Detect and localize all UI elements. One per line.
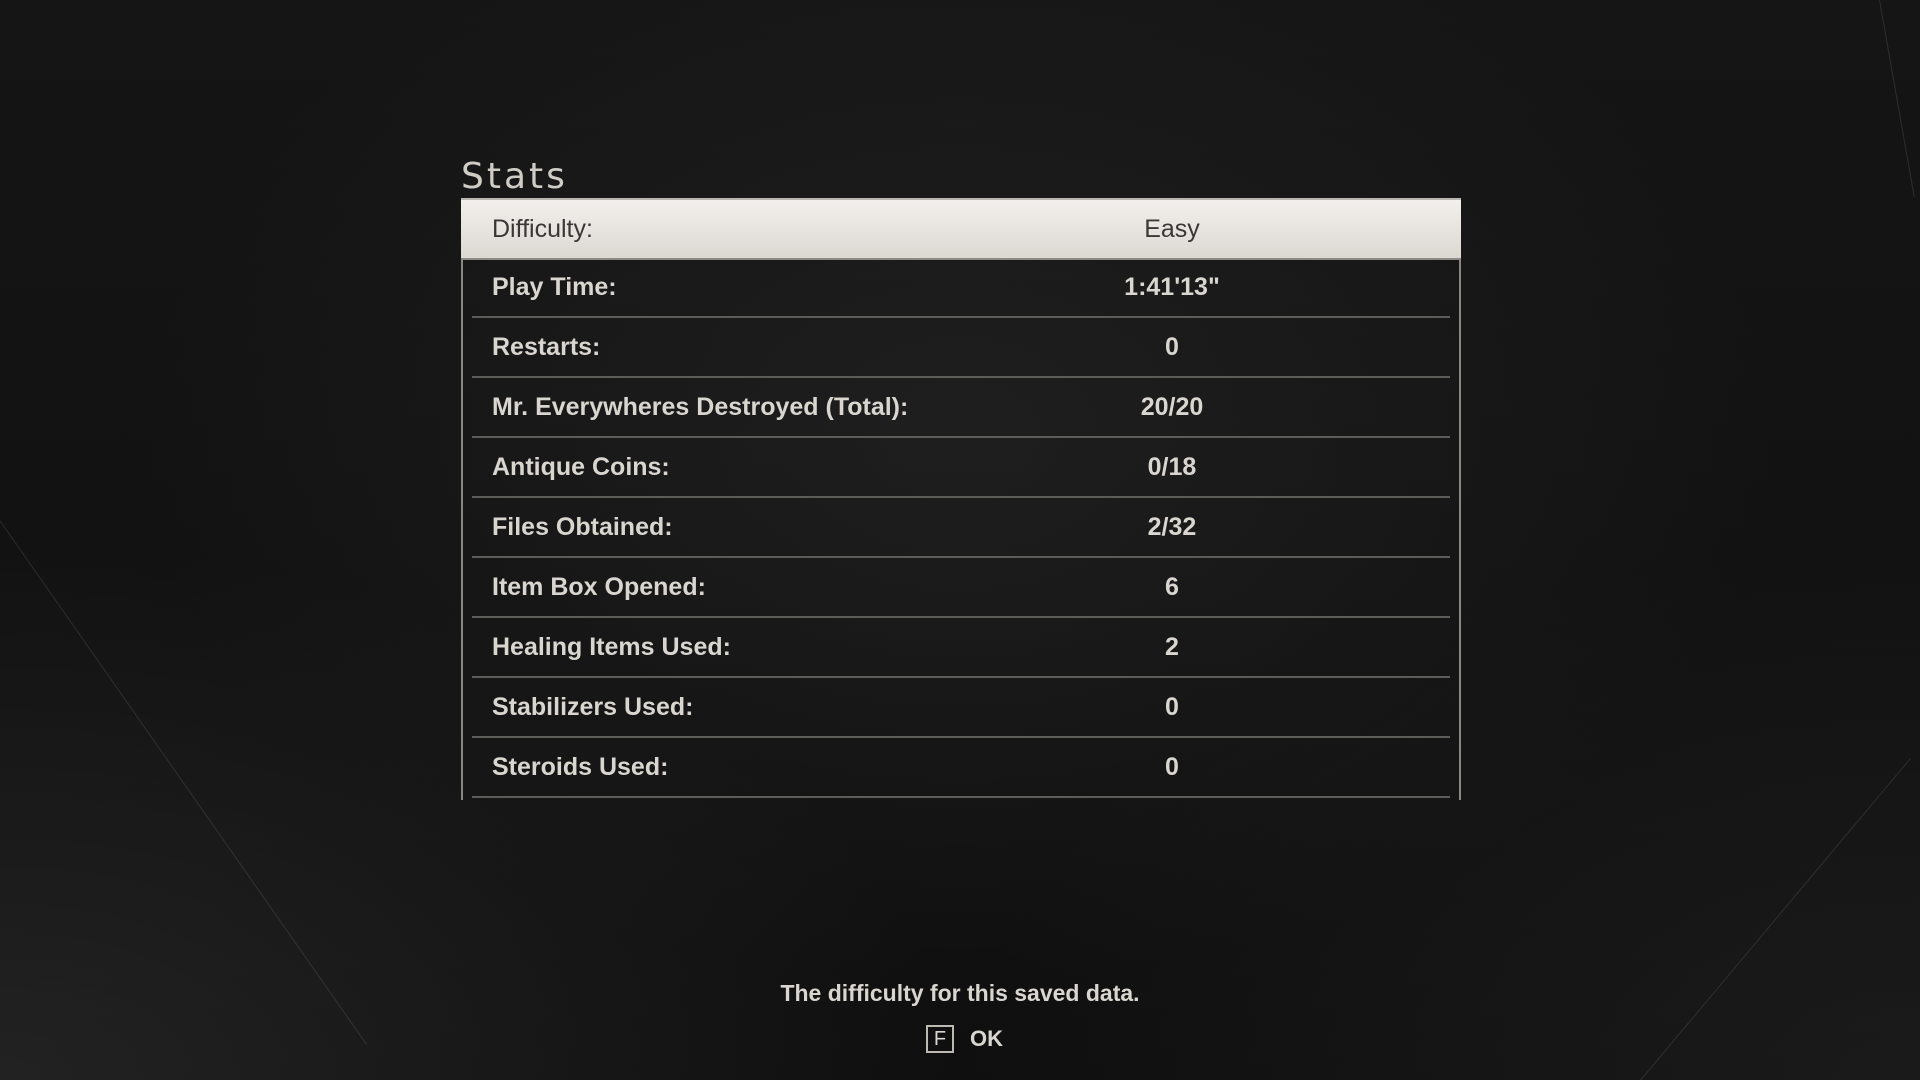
stat-row-files-obtained[interactable]: Files Obtained: 2/32 (472, 498, 1450, 558)
stat-value: 0/18 (1147, 452, 1197, 481)
stats-panel: Difficulty: Easy Play Time: 1:41'13" Res… (461, 198, 1461, 800)
stat-label: Steroids Used: (492, 752, 669, 781)
ok-control[interactable]: F OK (926, 1025, 1003, 1053)
keyboard-key-icon[interactable]: F (926, 1025, 954, 1053)
stat-value: 2 (1165, 632, 1179, 661)
stat-label: Play Time: (492, 272, 617, 301)
stat-value: 0 (1165, 692, 1179, 721)
stat-row-steroids[interactable]: Steroids Used: 0 (472, 738, 1450, 798)
stat-value: 2/32 (1147, 512, 1197, 541)
stat-label: Mr. Everywheres Destroyed (Total): (492, 392, 909, 421)
stat-label: Files Obtained: (492, 512, 673, 541)
stat-row-mr-everywheres[interactable]: Mr. Everywheres Destroyed (Total): 20/20 (472, 378, 1450, 438)
stat-value: Easy (1144, 214, 1200, 243)
stat-value: 20/20 (1140, 392, 1204, 421)
stat-label: Healing Items Used: (492, 632, 731, 661)
stat-label: Item Box Opened: (492, 572, 706, 601)
stat-row-restarts[interactable]: Restarts: 0 (472, 318, 1450, 378)
stat-row-healing-items[interactable]: Healing Items Used: 2 (472, 618, 1450, 678)
ok-button-label[interactable]: OK (970, 1026, 1003, 1052)
stat-label: Difficulty: (492, 214, 593, 243)
stat-row-antique-coins[interactable]: Antique Coins: 0/18 (472, 438, 1450, 498)
stat-label: Antique Coins: (492, 452, 670, 481)
hint-text: The difficulty for this saved data. (780, 980, 1140, 1006)
stat-label: Stabilizers Used: (492, 692, 694, 721)
stat-row-play-time[interactable]: Play Time: 1:41'13" (472, 258, 1450, 318)
stat-row-stabilizers[interactable]: Stabilizers Used: 0 (472, 678, 1450, 738)
stat-row-item-box-opened[interactable]: Item Box Opened: 6 (472, 558, 1450, 618)
stat-value: 1:41'13" (1124, 272, 1220, 301)
stat-label: Restarts: (492, 332, 601, 361)
stat-value: 0 (1165, 332, 1179, 361)
stat-value: 6 (1165, 572, 1179, 601)
page-title: Stats (461, 156, 568, 198)
stat-row-difficulty[interactable]: Difficulty: Easy (461, 198, 1461, 258)
stat-value: 0 (1165, 752, 1179, 781)
